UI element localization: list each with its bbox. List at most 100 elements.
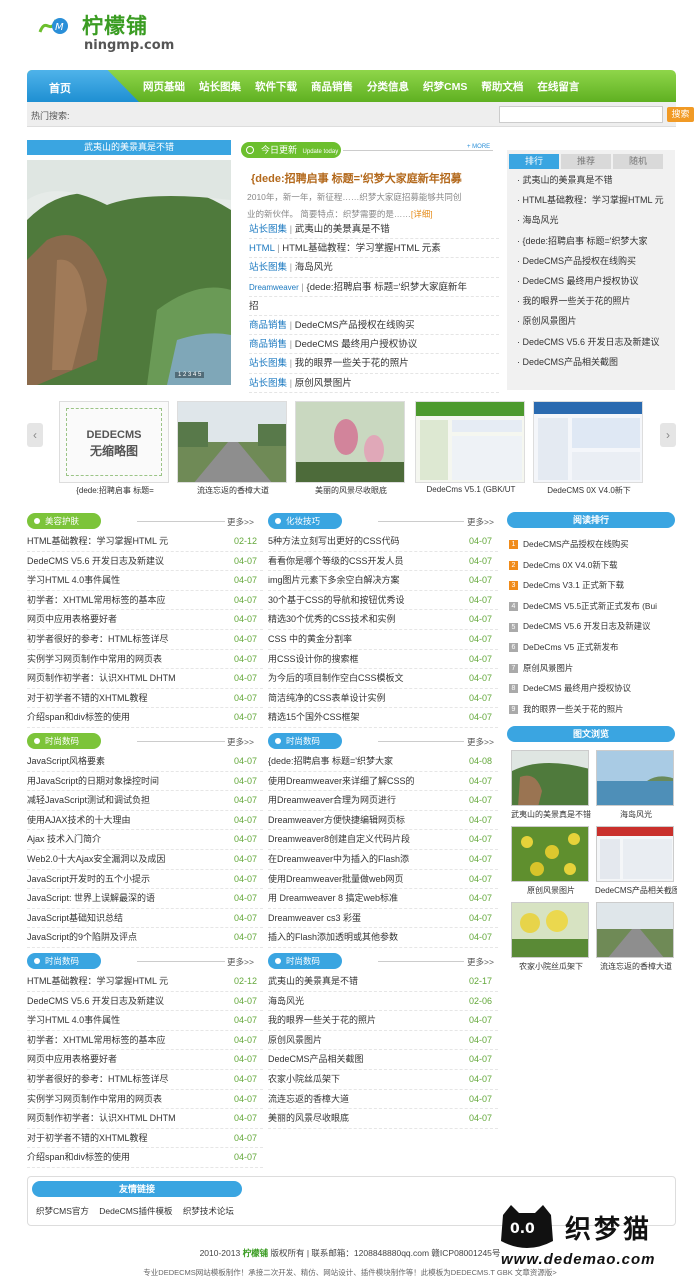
gallery-thumb[interactable] bbox=[511, 902, 589, 958]
nav-item[interactable]: 软件下载 bbox=[255, 79, 297, 94]
article-title[interactable]: 实例学习网页制作中常用的网页表 bbox=[27, 654, 162, 664]
carousel-caption[interactable]: 流连忘返的香樟大道 bbox=[177, 485, 289, 496]
article-title[interactable]: DedeCMS产品相关截图 bbox=[268, 1054, 364, 1064]
reading-item-title[interactable]: 原创风景图片 bbox=[523, 663, 573, 673]
list-item[interactable]: 30个基于CSS的导航和按钮优秀设 04-07 bbox=[268, 591, 498, 611]
article-title[interactable]: 使用Dreamweaver来详细了解CSS的 bbox=[268, 776, 415, 786]
list-item[interactable]: HTML基础教程：学习掌握HTML 元 02-12 bbox=[27, 532, 263, 552]
list-item[interactable]: HTML | HTML基础教程：学习掌握HTML 元素 bbox=[249, 239, 499, 259]
list-item[interactable]: 武夷山的美景真是不错 02-17 bbox=[268, 972, 498, 992]
article-title[interactable]: 对于初学者不错的XHTML教程 bbox=[27, 693, 148, 703]
carousel-item[interactable]: DEDECMS 无缩略图 {dede:招聘启事 标题= bbox=[59, 401, 171, 495]
list-item[interactable]: 使用AJAX技术的十大理由 04-07 bbox=[27, 811, 263, 831]
rank-item-title[interactable]: DedeCMS V5.6 开发日志及新建议 bbox=[523, 337, 660, 347]
gallery-caption[interactable]: DedeCMS产品相关截图 bbox=[595, 885, 677, 896]
headline[interactable]: {dede:招聘启事 标题='织梦大家庭新年招募 bbox=[251, 170, 501, 186]
article-title[interactable]: 初学者很好的参考：HTML标签详尽 bbox=[27, 634, 169, 644]
rank-item-title[interactable]: {dede:招聘启事 标题='织梦大家 bbox=[523, 236, 648, 246]
carousel-thumb[interactable] bbox=[295, 401, 405, 483]
nav-item[interactable]: 帮助文档 bbox=[481, 79, 523, 94]
nav-item[interactable]: 分类信息 bbox=[367, 79, 409, 94]
carousel-thumb[interactable]: DEDECMS 无缩略图 bbox=[59, 401, 169, 483]
list-title[interactable]: 时尚数码 bbox=[27, 733, 102, 749]
article-title[interactable]: 我的眼界一些关于花的照片 bbox=[268, 1015, 376, 1025]
list-item[interactable]: Dreamweaver8创建自定义代码片段 04-07 bbox=[268, 830, 498, 850]
article-title[interactable]: 实例学习网页制作中常用的网页表 bbox=[27, 1094, 162, 1104]
news-category[interactable]: 站长图集 bbox=[249, 262, 287, 273]
reading-item-title[interactable]: DeDeCms V5 正式新发布 bbox=[523, 642, 618, 652]
list-item[interactable]: 原创风景图片 04-07 bbox=[268, 1031, 498, 1051]
article-title[interactable]: img图片元素下多余空白解决方案 bbox=[268, 575, 400, 585]
rank-item-title[interactable]: HTML基础教程：学习掌握HTML 元 bbox=[523, 195, 664, 205]
list-title[interactable]: 时尚数码 bbox=[268, 953, 343, 969]
list-item[interactable]: · DedeCMS 最终用户授权协议 bbox=[517, 271, 673, 291]
featured-title[interactable]: 武夷山的美景真是不错 bbox=[27, 140, 231, 155]
carousel-caption[interactable]: DedeCms V5.1 (GBK/UT bbox=[415, 485, 527, 494]
article-title[interactable]: 网页中应用表格要好者 bbox=[27, 614, 117, 624]
search-input[interactable] bbox=[499, 106, 663, 123]
list-item[interactable]: Dreamweaver | {dede:招聘启事 标题='织梦大家庭新年 bbox=[249, 278, 499, 297]
news-category[interactable]: 商品销售 bbox=[249, 320, 287, 331]
gallery-item[interactable]: 海岛风光 bbox=[596, 750, 676, 822]
article-title[interactable]: 在Dreamweaver中为插入的Flash添 bbox=[268, 854, 409, 864]
more-link[interactable]: 更多>> bbox=[227, 956, 254, 968]
rank-item-title[interactable]: DedeCMS产品相关截图 bbox=[523, 357, 619, 367]
list-item[interactable]: 9 我的眼界一些关于花的照片 bbox=[507, 699, 675, 720]
gallery-thumb[interactable] bbox=[511, 826, 589, 882]
news-title[interactable]: DedeCMS产品授权在线购买 bbox=[295, 320, 415, 331]
list-item[interactable]: · 我的眼界一些关于花的照片 bbox=[517, 291, 673, 311]
news-title[interactable]: 海岛风光 bbox=[295, 262, 333, 273]
article-title[interactable]: Web2.0十大Ajax安全漏洞以及成因 bbox=[27, 854, 165, 864]
article-title[interactable]: 介绍span和div标签的使用 bbox=[27, 1152, 130, 1162]
list-item[interactable]: 实例学习网页制作中常用的网页表 04-07 bbox=[27, 650, 263, 670]
list-item[interactable]: JavaScript风格要素 04-07 bbox=[27, 752, 263, 772]
news-category[interactable]: 商品销售 bbox=[249, 339, 287, 350]
gallery-thumb[interactable] bbox=[511, 750, 589, 806]
article-title[interactable]: JavaScript风格要素 bbox=[27, 756, 105, 766]
list-item[interactable]: DedeCMS产品相关截图 04-07 bbox=[268, 1050, 498, 1070]
gallery-thumb[interactable] bbox=[596, 826, 674, 882]
gallery-item[interactable]: DedeCMS产品相关截图 bbox=[595, 826, 677, 898]
more-link[interactable]: 更多>> bbox=[467, 516, 494, 528]
carousel-thumb[interactable] bbox=[415, 401, 525, 483]
list-item[interactable]: · DedeCMS V5.6 开发日志及新建议 bbox=[517, 332, 673, 352]
list-item[interactable]: 初学者：XHTML常用标签的基本应 04-07 bbox=[27, 1031, 263, 1051]
rank-item-title[interactable]: 我的眼界一些关于花的照片 bbox=[523, 296, 631, 306]
list-item[interactable]: 为今后的项目制作空白CSS模板文 04-07 bbox=[268, 669, 498, 689]
article-title[interactable]: 使用Dreamweaver批量做web网页 bbox=[268, 874, 404, 884]
reading-item-title[interactable]: DedeCms V3.1 正式新下载 bbox=[523, 580, 624, 590]
list-item[interactable]: 介绍span和div标签的使用 04-07 bbox=[27, 708, 263, 728]
tab-rank[interactable]: 排行 bbox=[509, 154, 559, 169]
article-title[interactable]: 30个基于CSS的导航和按钮优秀设 bbox=[268, 595, 405, 605]
list-item[interactable]: JavaScript的9个陷阱及评点 04-07 bbox=[27, 928, 263, 948]
list-item[interactable]: 看看你是哪个等级的CSS开发人员 04-07 bbox=[268, 552, 498, 572]
more-link[interactable]: 更多>> bbox=[467, 736, 494, 748]
list-item[interactable]: 初学者很好的参考：HTML标签详尽 04-07 bbox=[27, 1070, 263, 1090]
list-item[interactable]: CSS 中的黄金分割率 04-07 bbox=[268, 630, 498, 650]
list-title[interactable]: 时尚数码 bbox=[268, 733, 343, 749]
site-logo[interactable]: M 柠檬铺 ningmp.com bbox=[36, 8, 186, 56]
rank-item-title[interactable]: DedeCMS产品授权在线购买 bbox=[523, 256, 637, 266]
news-category[interactable]: 站长图集 bbox=[249, 358, 287, 369]
article-title[interactable]: 简洁纯净的CSS表单设计实例 bbox=[268, 693, 386, 703]
news-title[interactable]: HTML基础教程：学习掌握HTML 元素 bbox=[282, 243, 441, 254]
more-link[interactable]: 更多>> bbox=[227, 516, 254, 528]
list-item[interactable]: Ajax 技术入门简介 04-07 bbox=[27, 830, 263, 850]
article-title[interactable]: Ajax 技术入门简介 bbox=[27, 834, 101, 844]
list-title[interactable]: 化妆技巧 bbox=[268, 513, 343, 529]
list-item[interactable]: 对于初学者不错的XHTML教程 04-07 bbox=[27, 689, 263, 709]
list-item[interactable]: 使用Dreamweaver批量做web网页 04-07 bbox=[268, 870, 498, 890]
more-link[interactable]: 更多>> bbox=[467, 956, 494, 968]
list-item[interactable]: DedeCMS V5.6 开发日志及新建议 04-07 bbox=[27, 992, 263, 1012]
list-item[interactable]: 7 原创风景图片 bbox=[507, 658, 675, 679]
article-title[interactable]: 武夷山的美景真是不错 bbox=[268, 976, 358, 986]
list-item[interactable]: 网页制作初学者：认识XHTML DHTM 04-07 bbox=[27, 669, 263, 689]
gallery-caption[interactable]: 海岛风光 bbox=[595, 809, 677, 820]
list-item[interactable]: 站长图集 | 海岛风光 bbox=[249, 258, 499, 278]
article-title[interactable]: Dreamweaver8创建自定义代码片段 bbox=[268, 834, 410, 844]
list-item[interactable]: Web2.0十大Ajax安全漏洞以及成因 04-07 bbox=[27, 850, 263, 870]
list-item[interactable]: 商品销售 | DedeCMS产品授权在线购买 bbox=[249, 316, 499, 336]
article-title[interactable]: 网页制作初学者：认识XHTML DHTM bbox=[27, 673, 176, 683]
list-item[interactable]: 精选15个国外CSS框架 04-07 bbox=[268, 708, 498, 728]
list-item[interactable]: 初学者很好的参考：HTML标签详尽 04-07 bbox=[27, 630, 263, 650]
